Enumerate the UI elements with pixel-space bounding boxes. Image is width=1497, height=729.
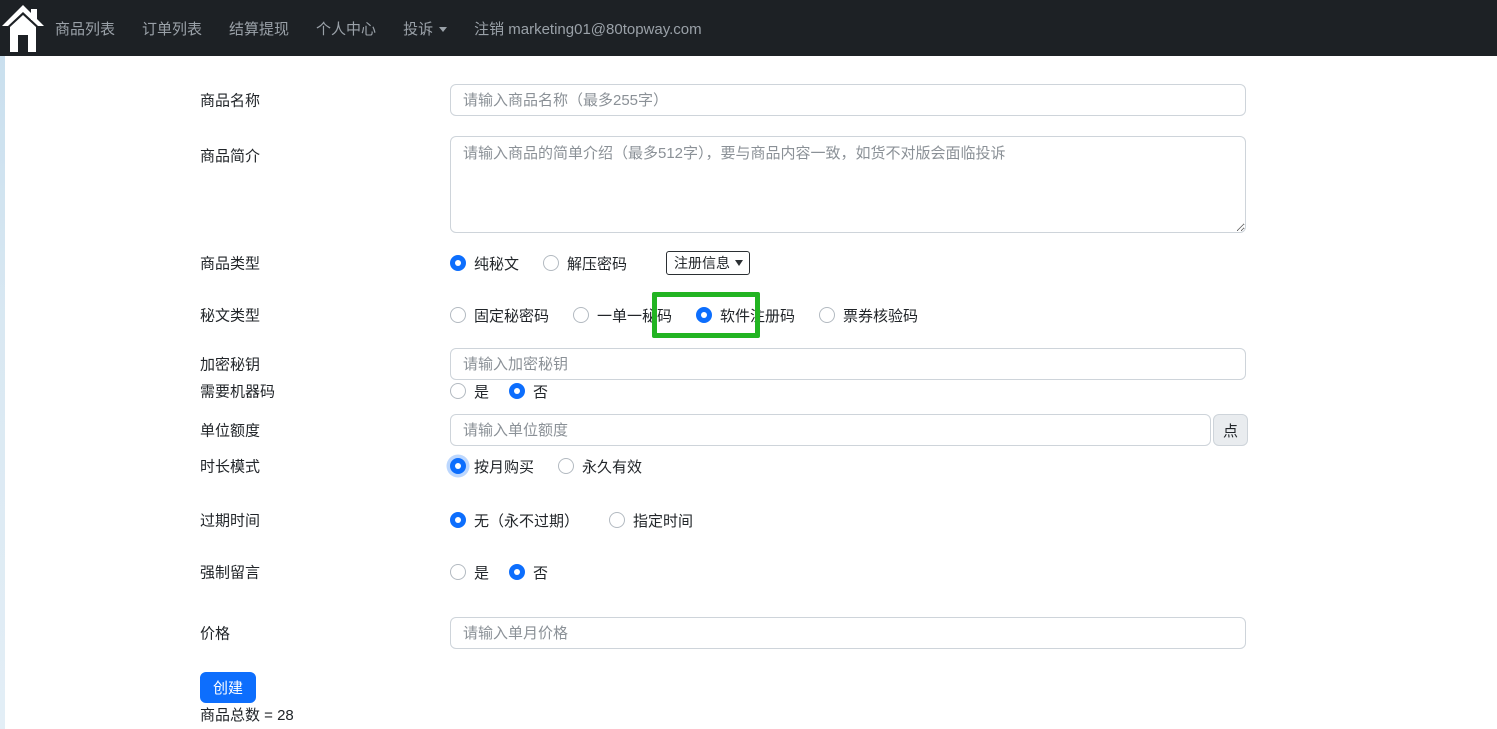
nav-item-product-list[interactable]: 商品列表 [55,18,115,39]
nav-links: 商品列表 订单列表 结算提现 个人中心 投诉 注销 marketing01@80… [0,18,702,39]
price-input[interactable] [450,617,1246,649]
top-navbar: 商品列表 订单列表 结算提现 个人中心 投诉 注销 marketing01@80… [0,0,1497,56]
product-type-label: 商品类型 [200,253,260,274]
duration-option-monthly[interactable]: 按月购买 [450,456,534,477]
secret-type-option-software-reg-code[interactable]: 软件注册码 [696,305,795,326]
radio-machine-yes[interactable] [450,383,466,399]
radio-never-expire[interactable] [450,512,466,528]
secret-type-option-fixed-code[interactable]: 固定秘密码 [450,305,549,326]
row-secret-type: 秘文类型 固定秘密码 一单一秘码 软件注册码 票券核验码 [0,302,1497,328]
expire-option-never[interactable]: 无（永不过期） [450,510,579,531]
encrypt-key-label: 加密秘钥 [200,354,260,375]
product-name-label: 商品名称 [200,90,260,111]
home-icon[interactable] [1,3,45,55]
unit-quota-suffix: 点 [1213,414,1248,446]
radio-monthly[interactable] [450,458,466,474]
chevron-down-icon [735,260,743,266]
need-machine-code-label: 需要机器码 [200,381,275,402]
force-message-option-no[interactable]: 否 [509,562,548,583]
radio-force-yes[interactable] [450,564,466,580]
row-product-intro: 商品简介 [0,136,1497,233]
nav-item-logout[interactable]: 注销 marketing01@80topway.com [474,18,702,39]
nav-item-personal-center[interactable]: 个人中心 [316,18,376,39]
encrypt-key-input[interactable] [450,348,1246,380]
radio-permanent[interactable] [558,458,574,474]
radio-one-order-one-code[interactable] [573,307,589,323]
radio-force-no[interactable] [509,564,525,580]
row-product-name: 商品名称 [0,84,1497,116]
nav-item-complaint-dropdown[interactable]: 投诉 [403,18,447,39]
secret-type-option-one-order-one-code[interactable]: 一单一秘码 [573,305,672,326]
duration-option-permanent[interactable]: 永久有效 [558,456,642,477]
expire-time-label: 过期时间 [200,510,260,531]
radio-unzip-password[interactable] [543,255,559,271]
radio-fixed-code[interactable] [450,307,466,323]
row-price: 价格 [0,617,1497,649]
registration-info-select-value: 注册信息 [674,253,730,273]
row-encrypt-key: 加密秘钥 [0,348,1497,380]
chevron-down-icon [439,27,447,32]
product-intro-textarea[interactable] [450,136,1246,233]
row-unit-quota: 单位额度 点 [0,414,1497,446]
force-message-label: 强制留言 [200,562,260,583]
secret-type-option-ticket-verify-code[interactable]: 票券核验码 [819,305,918,326]
nav-item-order-list[interactable]: 订单列表 [142,18,202,39]
radio-pure-secret[interactable] [450,255,466,271]
product-type-option-pure-secret[interactable]: 纯秘文 [450,253,519,274]
radio-specified-time[interactable] [609,512,625,528]
radio-machine-no[interactable] [509,383,525,399]
radio-software-reg-code[interactable] [696,307,712,323]
row-force-message: 强制留言 是 否 [0,559,1497,585]
product-total-text: 商品总数 = 28 [200,704,294,725]
row-duration-mode: 时长模式 按月购买 永久有效 [0,453,1497,479]
row-product-type: 商品类型 纯秘文 解压密码 注册信息 [0,250,1497,276]
price-label: 价格 [200,623,230,644]
row-expire-time: 过期时间 无（永不过期） 指定时间 [0,507,1497,533]
unit-quota-label: 单位额度 [200,420,260,441]
registration-info-select[interactable]: 注册信息 [666,251,750,275]
nav-item-settlement[interactable]: 结算提现 [229,18,289,39]
unit-quota-input[interactable] [450,414,1211,446]
machine-code-option-yes[interactable]: 是 [450,381,489,402]
product-type-option-unzip-password[interactable]: 解压密码 [543,253,627,274]
product-intro-label: 商品简介 [200,145,260,166]
expire-option-specified[interactable]: 指定时间 [609,510,693,531]
secret-type-label: 秘文类型 [200,305,260,326]
machine-code-option-no[interactable]: 否 [509,381,548,402]
row-need-machine-code: 需要机器码 是 否 [0,378,1497,404]
force-message-option-yes[interactable]: 是 [450,562,489,583]
duration-mode-label: 时长模式 [200,456,260,477]
create-button[interactable]: 创建 [200,672,256,703]
product-name-input[interactable] [450,84,1246,116]
radio-ticket-verify-code[interactable] [819,307,835,323]
page: 商品列表 订单列表 结算提现 个人中心 投诉 注销 marketing01@80… [0,0,1497,729]
